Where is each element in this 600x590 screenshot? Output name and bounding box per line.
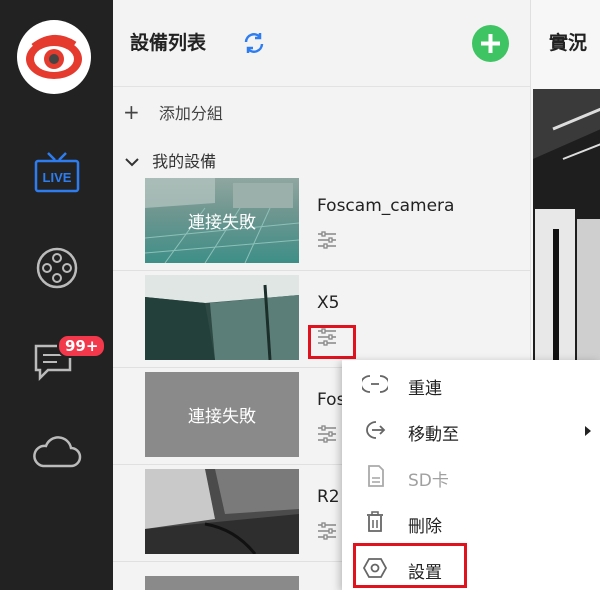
device-name: Foscam_camera [317,196,455,216]
add-group-row[interactable]: + 添加分組 [123,100,223,124]
refresh-icon [244,33,264,53]
device-thumbnail-partial [145,576,299,590]
menu-item-label: 移動至 [408,425,459,445]
sd-card-icon [362,464,388,492]
device-row-foscam[interactable]: 連接失敗 Foscam_camera [113,174,530,271]
message-count-badge: 99+ [57,334,107,358]
add-group-label: 添加分組 [158,104,223,123]
my-devices-label: 我的設備 [152,152,217,171]
menu-item-delete[interactable]: 刪除 [342,502,600,542]
page-title: 設備列表 [130,32,207,54]
live-title: 實況 [549,32,588,54]
device-thumbnail: 連接失敗 [145,178,299,263]
plus-icon [481,34,500,53]
app-logo [17,20,91,94]
sliders-icon [318,231,336,249]
nav-cloud[interactable] [0,432,113,472]
highlight-box-settings-icon [308,325,356,359]
my-devices-group[interactable]: 我的設備 [125,148,216,172]
sliders-icon [318,425,336,443]
highlight-box-settings-item [353,543,467,588]
menu-item-move-to[interactable]: 移動至 [342,410,600,450]
submenu-arrow-icon [584,422,592,441]
menu-item-label: SD卡 [408,471,449,491]
device-settings-button[interactable] [317,425,337,447]
menu-item-reconnect[interactable]: 重連 [342,364,600,404]
side-nav: LIVE 99+ [0,0,113,590]
move-icon [362,418,388,446]
sliders-icon [318,522,336,540]
add-device-button[interactable] [472,25,509,62]
nav-live[interactable]: LIVE [0,150,113,196]
reconnect-icon [360,372,390,400]
svg-text:LIVE: LIVE [42,170,71,185]
film-reel-icon [36,247,77,289]
camera-snapshot [145,275,299,360]
camera-snapshot [145,469,299,554]
device-settings-button[interactable] [317,522,337,544]
trash-icon [362,510,388,538]
refresh-button[interactable] [241,30,267,60]
live-tv-icon: LIVE [34,152,79,193]
eye-logo-icon [26,35,82,79]
chevron-down-icon [125,158,139,167]
connection-failed-label: 連接失敗 [188,407,256,427]
menu-item-label: 重連 [408,379,442,399]
menu-item-sd-card[interactable]: SD卡 [342,456,600,496]
plus-small-icon: + [123,100,140,124]
device-thumbnail [145,469,299,554]
nav-playback[interactable] [0,245,113,291]
device-thumbnail: 連接失敗 [145,372,299,457]
device-name: R2 [317,487,340,507]
device-name: X5 [317,293,340,313]
panel-header: 設備列表 [113,0,530,87]
device-settings-button[interactable] [317,231,337,253]
device-thumbnail [145,275,299,360]
cloud-icon [32,436,81,468]
menu-item-label: 刪除 [408,517,442,537]
connection-failed-label: 連接失敗 [188,213,256,233]
